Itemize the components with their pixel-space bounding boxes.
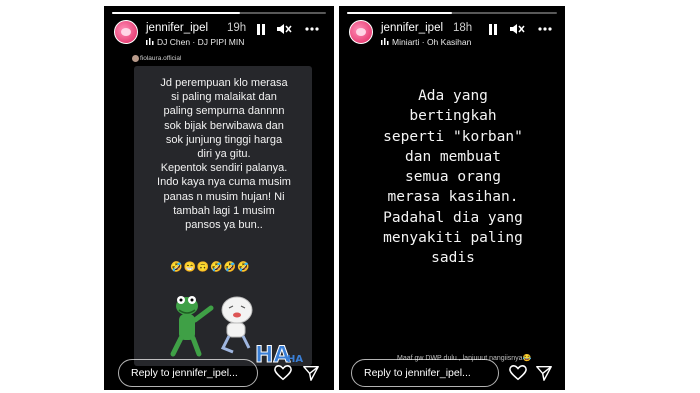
send-icon[interactable] [302, 364, 320, 382]
repost-author: fiolaura.official [140, 55, 182, 62]
mute-icon[interactable] [276, 21, 292, 37]
more-icon[interactable] [537, 21, 553, 37]
pause-icon[interactable] [485, 21, 501, 37]
story-right[interactable]: jennifer_ipel 18h Miniarti · Oh Kasihan … [339, 6, 565, 390]
mute-icon[interactable] [509, 21, 525, 37]
music-label: Miniarti · Oh Kasihan [392, 37, 472, 47]
pause-icon[interactable] [253, 21, 269, 37]
story-header: jennifer_ipel 19h DJ Chen · DJ PIPI MIN [114, 20, 324, 54]
reply-input[interactable]: Reply to jennifer_ipel... [118, 359, 258, 387]
heart-icon[interactable] [509, 364, 527, 382]
laughing-sticker: HA HA [159, 268, 309, 369]
story-footer: Reply to jennifer_ipel... [104, 356, 334, 390]
more-icon[interactable] [304, 21, 320, 37]
story-text: Ada yang bertingkah seperti "korban" dan… [383, 88, 523, 267]
story-progress-bar [347, 12, 557, 14]
reply-placeholder: Reply to jennifer_ipel... [364, 367, 471, 379]
repost-avatar [132, 55, 139, 62]
story-time: 18h [453, 22, 473, 34]
music-label: DJ Chen · DJ PIPI MIN [157, 37, 245, 47]
music-info[interactable]: DJ Chen · DJ PIPI MIN [146, 37, 244, 47]
send-icon[interactable] [535, 364, 553, 382]
story-header: jennifer_ipel 18h Miniarti · Oh Kasihan [349, 20, 555, 54]
story-footer: Reply to jennifer_ipel... [339, 356, 565, 390]
music-bars-icon [146, 37, 154, 47]
story-text: Jd perempuan klo merasa si paling malaik… [157, 77, 291, 232]
username[interactable]: jennifer_ipel [146, 22, 208, 34]
story-progress-fill [347, 12, 452, 14]
reply-placeholder: Reply to jennifer_ipel... [131, 367, 238, 379]
heart-icon[interactable] [274, 364, 292, 382]
music-info[interactable]: Miniarti · Oh Kasihan [381, 37, 471, 47]
music-bars-icon [381, 37, 389, 47]
story-time: 19h [227, 22, 247, 34]
story-left[interactable]: jennifer_ipel 19h DJ Chen · DJ PIPI MIN … [104, 6, 334, 390]
avatar[interactable] [114, 20, 138, 44]
story-progress-fill [112, 12, 241, 14]
reply-input[interactable]: Reply to jennifer_ipel... [351, 359, 499, 387]
story-progress-bar [112, 12, 326, 14]
avatar[interactable] [349, 20, 373, 44]
username[interactable]: jennifer_ipel [381, 22, 443, 34]
